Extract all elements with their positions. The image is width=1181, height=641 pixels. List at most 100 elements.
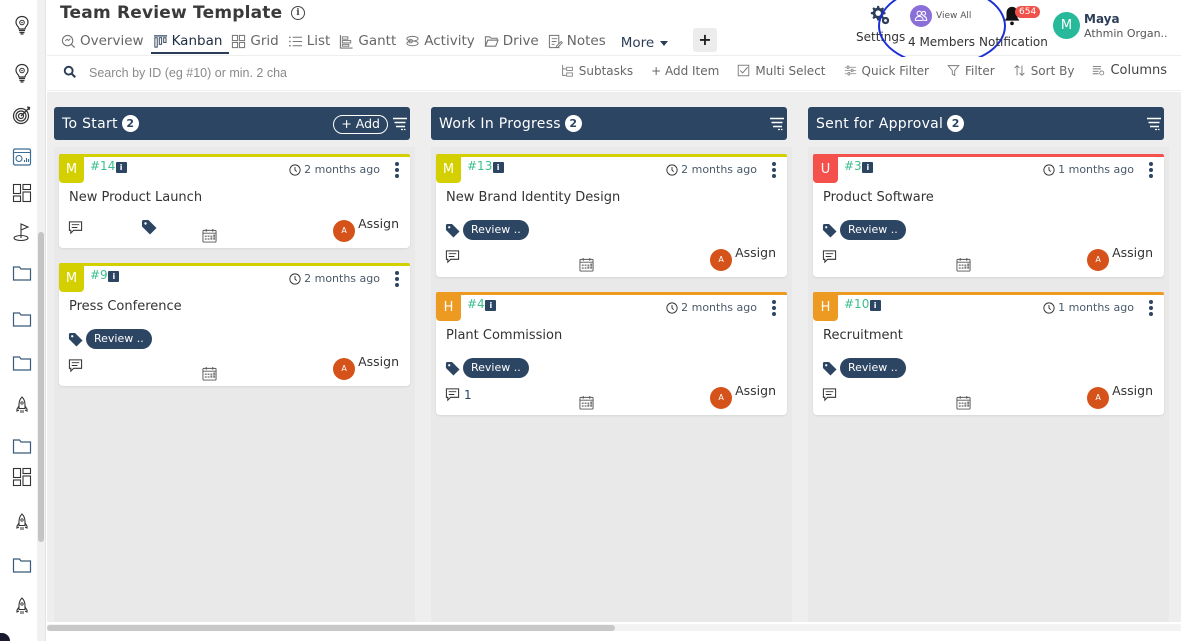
task-info-icon[interactable]: i bbox=[485, 300, 497, 311]
kebab-menu-icon[interactable] bbox=[394, 271, 400, 287]
sort-by-button[interactable]: Sort By bbox=[1004, 63, 1084, 78]
assign-label: Assign bbox=[358, 354, 399, 369]
due-date-button[interactable] bbox=[202, 228, 217, 243]
task-name[interactable]: New Product Launch bbox=[69, 190, 202, 205]
assign-button[interactable]: A Assign bbox=[710, 383, 776, 409]
kebab-menu-icon[interactable] bbox=[1148, 300, 1154, 316]
task-id[interactable]: #3 bbox=[844, 159, 862, 173]
tab-kanban[interactable]: Kanban bbox=[150, 30, 230, 54]
assign-button[interactable]: A Assign bbox=[333, 216, 399, 242]
task-id[interactable]: #10 bbox=[844, 297, 869, 311]
sidebar-scrollbar-thumb[interactable] bbox=[38, 232, 44, 542]
due-date-button[interactable] bbox=[579, 395, 594, 410]
column-menu-icon[interactable] bbox=[770, 117, 784, 131]
task-id[interactable]: #4 bbox=[467, 297, 485, 311]
task-name[interactable]: Press Conference bbox=[69, 299, 182, 314]
multi-select-button[interactable]: Multi Select bbox=[728, 63, 834, 78]
column-menu-icon[interactable] bbox=[393, 117, 407, 131]
tag-pill[interactable]: Review .. bbox=[840, 358, 906, 378]
due-date-button[interactable] bbox=[202, 366, 217, 381]
tab-list[interactable]: List bbox=[286, 30, 338, 52]
task-info-icon[interactable]: i bbox=[862, 162, 874, 173]
info-icon[interactable]: i bbox=[291, 6, 305, 20]
kebab-menu-icon[interactable] bbox=[771, 162, 777, 178]
filter-button[interactable]: Filter bbox=[938, 63, 1004, 78]
task-card[interactable]: U #3 i 1 months ago Product Software Review .… bbox=[813, 154, 1164, 277]
quick-filter-button[interactable]: Quick Filter bbox=[835, 63, 938, 78]
comments-button[interactable] bbox=[68, 358, 87, 373]
assign-button[interactable]: A Assign bbox=[1087, 245, 1153, 271]
column-add-button[interactable]: + Add bbox=[333, 115, 388, 134]
sidebar-item-3[interactable] bbox=[11, 104, 33, 126]
sidebar-item-8[interactable] bbox=[11, 308, 33, 330]
folder-icon bbox=[12, 312, 32, 327]
sidebar-item-13[interactable] bbox=[11, 511, 33, 533]
sidebar-item-4[interactable] bbox=[11, 146, 33, 168]
task-card[interactable]: M #14 i 2 months ago New Product Launch A Assi… bbox=[59, 154, 410, 248]
task-info-icon[interactable]: i bbox=[492, 162, 504, 173]
subtasks-label: Subtasks bbox=[578, 63, 634, 78]
sidebar-item-7[interactable] bbox=[11, 262, 33, 284]
sidebar-item-6[interactable] bbox=[11, 221, 33, 243]
tag-icon[interactable] bbox=[141, 219, 157, 235]
comments-button[interactable] bbox=[822, 387, 841, 402]
assign-button[interactable]: A Assign bbox=[333, 354, 399, 380]
sidebar-item-2[interactable] bbox=[11, 62, 33, 84]
task-id[interactable]: #13 bbox=[467, 159, 492, 173]
due-date-button[interactable] bbox=[579, 257, 594, 272]
task-info-icon[interactable]: i bbox=[869, 300, 881, 311]
sidebar-item-12[interactable] bbox=[11, 466, 33, 488]
more-dropdown[interactable]: More bbox=[621, 30, 669, 56]
tab-grid[interactable]: Grid bbox=[229, 30, 285, 52]
subtasks-button[interactable]: Subtasks bbox=[552, 63, 642, 78]
tab-drive[interactable]: Drive bbox=[482, 30, 546, 52]
tag-pill[interactable]: Review .. bbox=[86, 329, 152, 349]
due-date-button[interactable] bbox=[956, 395, 971, 410]
comments-button[interactable] bbox=[822, 249, 841, 264]
board-scrollbar-thumb[interactable] bbox=[47, 625, 615, 631]
tag-pill[interactable]: Review .. bbox=[840, 220, 906, 240]
comments-button[interactable]: 1 bbox=[445, 387, 472, 402]
column-menu-icon[interactable] bbox=[1147, 117, 1161, 131]
comments-button[interactable] bbox=[445, 249, 464, 264]
search-input[interactable] bbox=[89, 62, 304, 84]
columns-button[interactable]: Columns bbox=[1083, 63, 1181, 78]
task-name[interactable]: New Brand Identity Design bbox=[446, 190, 620, 205]
task-card[interactable]: H #4 i 2 months ago Plant Commission Review .… bbox=[436, 292, 787, 415]
comments-button[interactable] bbox=[68, 220, 87, 235]
assign-button[interactable]: A Assign bbox=[1087, 383, 1153, 409]
kebab-menu-icon[interactable] bbox=[394, 162, 400, 178]
task-card[interactable]: H #10 i 1 months ago Recruitment Review .. A As… bbox=[813, 292, 1164, 415]
task-id[interactable]: #14 bbox=[90, 159, 115, 173]
tab-notes[interactable]: Notes bbox=[546, 30, 613, 52]
tab-activity[interactable]: Activity bbox=[403, 30, 482, 52]
task-name[interactable]: Product Software bbox=[823, 190, 934, 205]
kebab-menu-icon[interactable] bbox=[1148, 162, 1154, 178]
task-info-icon[interactable]: i bbox=[115, 162, 127, 173]
assign-button[interactable]: A Assign bbox=[710, 245, 776, 271]
kebab-menu-icon[interactable] bbox=[771, 300, 777, 316]
due-date-button[interactable] bbox=[956, 257, 971, 272]
task-card[interactable]: M #9 i 2 months ago Press Conference Review .… bbox=[59, 263, 410, 386]
tag-pill[interactable]: Review .. bbox=[463, 220, 529, 240]
sidebar-item-5[interactable] bbox=[11, 182, 33, 204]
task-name[interactable]: Plant Commission bbox=[446, 328, 562, 343]
task-name[interactable]: Recruitment bbox=[823, 328, 903, 343]
add-item-button[interactable]: + Add Item bbox=[642, 63, 728, 78]
settings-button[interactable]: Settings bbox=[856, 4, 905, 44]
tag-pill[interactable]: Review .. bbox=[463, 358, 529, 378]
tab-overview[interactable]: Overview bbox=[59, 30, 151, 52]
sidebar-item-15[interactable] bbox=[11, 595, 33, 617]
sidebar-item-14[interactable] bbox=[11, 554, 33, 576]
priority-bar bbox=[436, 154, 787, 157]
task-info-icon[interactable]: i bbox=[108, 271, 120, 282]
view-all-link[interactable]: View All bbox=[936, 11, 971, 21]
add-view-button[interactable]: + bbox=[693, 28, 717, 52]
task-card[interactable]: M #13 i 2 months ago New Brand Identity Desi… bbox=[436, 154, 787, 277]
sidebar-item-11[interactable] bbox=[11, 435, 33, 457]
sidebar-item-10[interactable] bbox=[11, 394, 33, 416]
task-id[interactable]: #9 bbox=[90, 268, 108, 282]
sidebar-item-9[interactable] bbox=[11, 352, 33, 374]
tab-gantt[interactable]: Gantt bbox=[337, 30, 403, 52]
sidebar-item-1[interactable] bbox=[11, 14, 33, 36]
